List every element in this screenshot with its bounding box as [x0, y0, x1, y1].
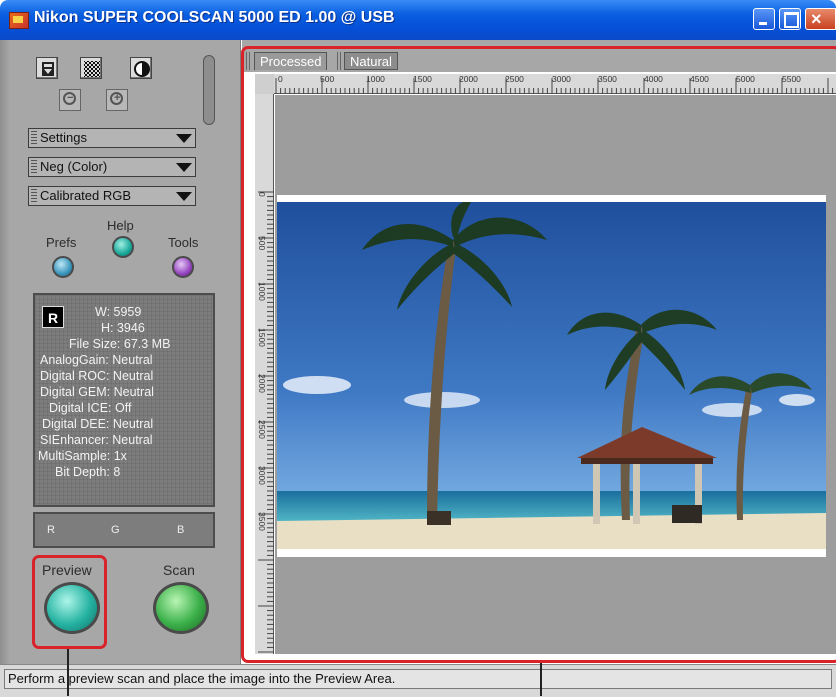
minimize-button[interactable]: [753, 8, 775, 30]
zoom-in-button[interactable]: +: [106, 89, 128, 111]
info-digital-ice: Digital ICE: Off: [49, 401, 132, 415]
title-bar: Nikon SUPER COOLSCAN 5000 ED 1.00 @ USB …: [0, 0, 836, 40]
tools-button[interactable]: [172, 256, 194, 278]
rgb-mode-badge: R: [42, 306, 64, 328]
info-analog-gain: AnalogGain: Neutral: [40, 353, 153, 367]
red-readout-label: R: [47, 524, 55, 536]
info-digital-gem: Digital GEM: Neutral: [40, 385, 154, 399]
preview-area-callout: [241, 46, 836, 663]
help-label: Help: [107, 218, 134, 233]
close-button[interactable]: ×: [805, 8, 836, 30]
status-text: Perform a preview scan and place the ima…: [4, 669, 832, 689]
app-icon: [9, 12, 29, 29]
chevron-down-icon: [176, 163, 192, 172]
chevron-down-icon: [176, 192, 192, 201]
prefs-button[interactable]: [52, 256, 74, 278]
scan-window-toggle-icon[interactable]: [36, 57, 58, 79]
info-si-enhancer: SIEnhancer: Neutral: [40, 433, 153, 447]
prefs-label: Prefs: [46, 235, 77, 250]
checker-pattern-icon[interactable]: [80, 57, 102, 79]
info-width: W: 5959: [95, 305, 142, 319]
contrast-icon[interactable]: [130, 57, 152, 79]
settings-dropdown[interactable]: Settings: [28, 128, 196, 148]
panel-shade: [0, 40, 10, 664]
panel-scroll-track[interactable]: [203, 55, 215, 125]
preview-button-leader: [67, 649, 69, 696]
zoom-out-button[interactable]: −: [59, 89, 81, 111]
color-space-dropdown[interactable]: Calibrated RGB: [28, 186, 196, 206]
tools-label: Tools: [168, 235, 199, 250]
info-bit-depth: Bit Depth: 8: [55, 465, 121, 479]
grip-icon: [31, 160, 37, 174]
green-readout-label: G: [111, 524, 120, 536]
scan-button[interactable]: [153, 582, 209, 634]
info-height: H: 3946: [101, 321, 145, 335]
rgb-readout-panel: R G B: [33, 512, 215, 548]
preview-area-leader: [540, 663, 542, 696]
scan-label: Scan: [163, 562, 195, 578]
blue-readout-label: B: [177, 524, 185, 536]
grip-icon: [31, 131, 37, 145]
info-digital-dee: Digital DEE: Neutral: [42, 417, 154, 431]
maximize-button[interactable]: [779, 8, 801, 30]
preview-button-callout: [32, 555, 107, 649]
chevron-down-icon: [176, 134, 192, 143]
status-bar: Perform a preview scan and place the ima…: [0, 664, 836, 697]
window-title: Nikon SUPER COOLSCAN 5000 ED 1.00 @ USB: [34, 9, 395, 26]
grip-icon: [31, 189, 37, 203]
info-multisample: MultiSample: 1x: [38, 449, 127, 463]
info-file-size: File Size: 67.3 MB: [69, 337, 171, 351]
help-button[interactable]: [112, 236, 134, 258]
scan-info-panel: R W: 5959 H: 3946 File Size: 67.3 MB Ana…: [33, 293, 215, 507]
film-type-dropdown[interactable]: Neg (Color): [28, 157, 196, 177]
close-icon: ×: [811, 9, 822, 29]
info-digital-roc: Digital ROC: Neutral: [40, 369, 154, 383]
